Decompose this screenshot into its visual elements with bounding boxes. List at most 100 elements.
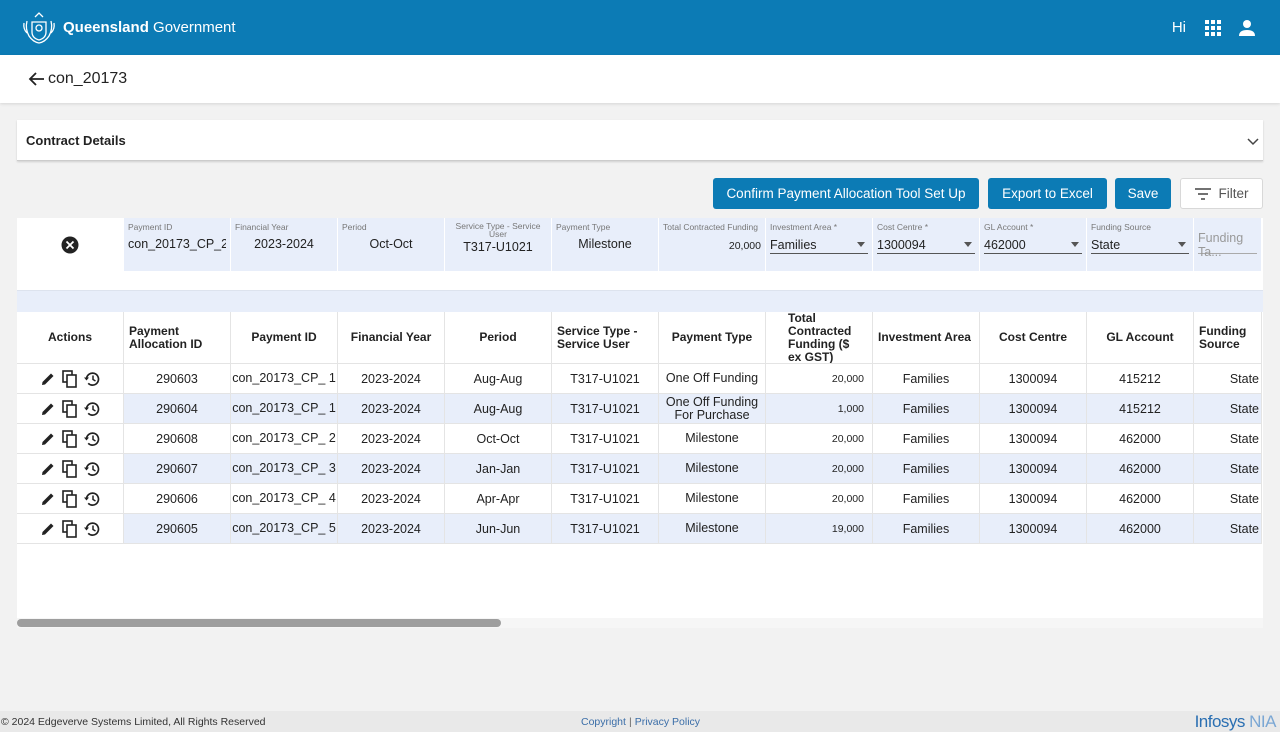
cell-investment-area: Families	[873, 424, 980, 454]
cell-gl-account: 415212	[1087, 394, 1194, 424]
row-actions	[17, 484, 124, 514]
funding-tag-input[interactable]: Funding Ta...	[1198, 231, 1257, 259]
row-actions	[17, 514, 124, 544]
cell-period: Oct-Oct	[445, 424, 552, 454]
cell-financial-year: 2023-2024	[338, 424, 445, 454]
chevron-down-icon[interactable]	[1247, 138, 1259, 146]
history-icon[interactable]	[82, 429, 102, 449]
dropdown-arrow-icon	[1178, 242, 1186, 247]
copy-icon[interactable]	[60, 399, 80, 419]
contract-details-title: Contract Details	[26, 132, 126, 148]
cell-funding-source: State	[1194, 364, 1262, 394]
table-row: 290604 con_20173_CP_ 1 2023-2024 Aug-Aug T31…	[17, 394, 1262, 424]
greeting: Hi	[1171, 19, 1186, 36]
col-header-gl-account[interactable]: GL Account	[1087, 312, 1194, 364]
col-header-payment-type[interactable]: Payment Type	[659, 312, 766, 364]
table-row: 290605 con_20173_CP_ 5 2023-2024 Jun-Jun T31…	[17, 514, 1262, 544]
history-icon[interactable]	[82, 369, 102, 389]
edit-pencil-icon[interactable]	[38, 369, 58, 389]
cell-payment-type: One Off Funding	[659, 364, 766, 394]
cost-centre-select[interactable]: 1300094	[877, 236, 975, 254]
col-header-funding-source[interactable]: Funding Source	[1194, 312, 1262, 364]
edit-funding-source-label: Funding Source	[1091, 222, 1152, 232]
col-header-allocation-id[interactable]: Payment Allocation ID	[124, 312, 231, 364]
brand[interactable]: Queensland Government	[21, 11, 236, 45]
gl-account-select-value: 462000	[984, 237, 1026, 252]
cost-centre-select-value: 1300094	[877, 237, 926, 252]
col-header-investment-area[interactable]: Investment Area	[873, 312, 980, 364]
investment-area-select[interactable]: Families	[770, 236, 868, 254]
top-header: Queensland Government Hi	[0, 0, 1280, 55]
edit-investment-area-label: Investment Area *	[770, 222, 838, 232]
cell-service-type: T317-U1021	[552, 514, 659, 544]
copy-icon[interactable]	[60, 489, 80, 509]
row-actions	[17, 364, 124, 394]
privacy-policy-link[interactable]: Privacy Policy	[635, 716, 700, 728]
copyright-link[interactable]: Copyright	[581, 716, 626, 728]
edit-cost-centre: Cost Centre * 1300094	[873, 218, 980, 271]
logo-suffix-text: NIA	[1249, 712, 1276, 731]
cell-gl-account: 462000	[1087, 454, 1194, 484]
cell-allocation-id: 290605	[124, 514, 231, 544]
export-excel-button[interactable]: Export to Excel	[988, 178, 1107, 209]
cell-allocation-id: 290608	[124, 424, 231, 454]
col-header-cost-centre[interactable]: Cost Centre	[980, 312, 1087, 364]
edit-pencil-icon[interactable]	[38, 429, 58, 449]
history-icon[interactable]	[82, 459, 102, 479]
close-circle-icon[interactable]	[61, 236, 79, 254]
gl-account-select[interactable]: 462000	[984, 236, 1082, 254]
cell-cost-centre: 1300094	[980, 394, 1087, 424]
history-icon[interactable]	[82, 519, 102, 539]
edit-service-type-value: T317-U1021	[463, 240, 533, 254]
edit-pencil-icon[interactable]	[38, 399, 58, 419]
brand-name: Queensland Government	[63, 19, 236, 36]
history-icon[interactable]	[82, 399, 102, 419]
edit-total-funding: Total Contracted Funding 20,000	[659, 218, 766, 271]
col-header-payment-id[interactable]: Payment ID	[231, 312, 338, 364]
dropdown-arrow-icon	[1071, 242, 1079, 247]
cell-gl-account: 462000	[1087, 484, 1194, 514]
edit-financial-year: Financial Year 2023-2024	[231, 218, 338, 271]
cell-financial-year: 2023-2024	[338, 394, 445, 424]
arrow-back-icon[interactable]	[28, 70, 46, 88]
cell-total-funding: 1,000	[766, 394, 873, 424]
edit-investment-area: Investment Area * Families	[766, 218, 873, 271]
col-header-actions[interactable]: Actions	[17, 312, 124, 364]
copy-icon[interactable]	[60, 369, 80, 389]
cell-cost-centre: 1300094	[980, 424, 1087, 454]
confirm-allocation-button[interactable]: Confirm Payment Allocation Tool Set Up	[713, 178, 979, 209]
edit-pencil-icon[interactable]	[38, 459, 58, 479]
cell-funding-source: State	[1194, 394, 1262, 424]
copy-icon[interactable]	[60, 519, 80, 539]
cell-payment-type: Milestone	[659, 424, 766, 454]
contract-details-panel[interactable]: Contract Details	[17, 120, 1263, 161]
cell-financial-year: 2023-2024	[338, 454, 445, 484]
infosys-nia-logo: Infosys NIA	[1195, 712, 1277, 732]
user-icon[interactable]	[1236, 17, 1258, 39]
cell-funding-source: State	[1194, 424, 1262, 454]
horizontal-scrollbar-thumb[interactable]	[17, 619, 501, 627]
row-actions	[17, 454, 124, 484]
section-divider	[17, 290, 1263, 312]
filter-button[interactable]: Filter	[1180, 178, 1263, 209]
apps-grid-icon[interactable]	[1202, 17, 1224, 39]
col-header-total-funding[interactable]: Total Contracted Funding ($ ex GST)	[766, 312, 873, 364]
edit-pencil-icon[interactable]	[38, 519, 58, 539]
col-header-financial-year[interactable]: Financial Year	[338, 312, 445, 364]
cell-payment-type: One Off Funding For Purchase	[659, 394, 766, 424]
history-icon[interactable]	[82, 489, 102, 509]
edit-cost-centre-label: Cost Centre *	[877, 222, 929, 232]
cell-service-type: T317-U1021	[552, 394, 659, 424]
col-header-period[interactable]: Period	[445, 312, 552, 364]
funding-source-select[interactable]: State	[1091, 236, 1189, 254]
cell-period: Aug-Aug	[445, 364, 552, 394]
edit-funding-source: Funding Source State	[1087, 218, 1194, 271]
cell-total-funding: 20,000	[766, 454, 873, 484]
copy-icon[interactable]	[60, 429, 80, 449]
edit-pencil-icon[interactable]	[38, 489, 58, 509]
save-button[interactable]: Save	[1115, 178, 1171, 209]
filter-label: Filter	[1218, 186, 1249, 201]
col-header-service-type[interactable]: Service Type - Service User	[552, 312, 659, 364]
table-row: 290607 con_20173_CP_ 3 2023-2024 Jan-Jan T31…	[17, 454, 1262, 484]
copy-icon[interactable]	[60, 459, 80, 479]
